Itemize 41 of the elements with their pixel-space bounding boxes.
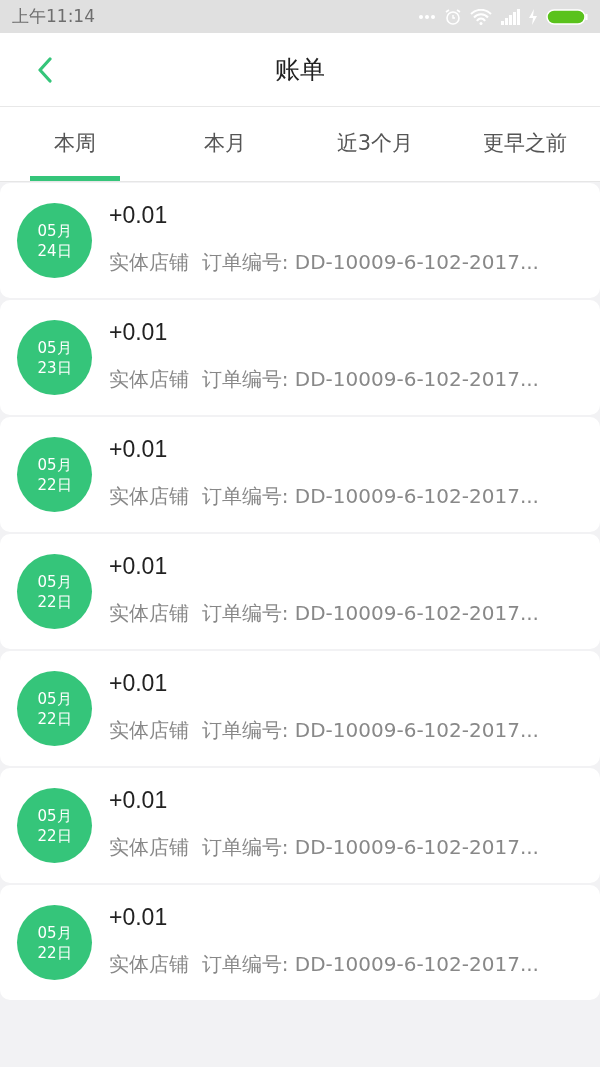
date-badge: 05月 23日 [17,320,92,395]
period-tab[interactable]: 近3个月 [300,107,450,181]
bill-detail: 实体店铺 订单编号: DD-10009-6-102-2017... [109,950,539,978]
more-dots-icon [418,13,436,20]
bill-detail: 实体店铺 订单编号: DD-10009-6-102-2017... [109,599,539,627]
date-badge: 05月 24日 [17,203,92,278]
bill-detail: 实体店铺 订单编号: DD-10009-6-102-2017... [109,833,539,861]
charging-icon [528,8,538,25]
date-badge: 05月 22日 [17,671,92,746]
bill-detail: 实体店铺 订单编号: DD-10009-6-102-2017... [109,482,539,510]
period-tab[interactable]: 本月 [150,107,300,181]
page-title: 账单 [275,53,325,86]
date-badge: 05月 22日 [17,437,92,512]
bill-amount: +0.01 [109,435,169,465]
battery-icon [546,8,588,25]
signal-icon [500,8,520,25]
back-icon [37,56,53,83]
bill-card[interactable]: 05月 22日 +0.01 实体店铺 订单编号: DD-10009-6-102-2017... [0,768,600,883]
bill-amount: +0.01 [109,669,169,699]
bill-amount: +0.01 [109,552,169,582]
date-badge: 05月 22日 [17,554,92,629]
date-badge: 05月 22日 [17,788,92,863]
bill-detail: 实体店铺 订单编号: DD-10009-6-102-2017... [109,716,539,744]
bill-card[interactable]: 05月 22日 +0.01 实体店铺 订单编号: DD-10009-6-102-2017... [0,534,600,649]
bill-card[interactable]: 05月 22日 +0.01 实体店铺 订单编号: DD-10009-6-102-2017... [0,417,600,532]
status-time: 上午11:14 [12,4,95,28]
bill-amount: +0.01 [109,318,169,348]
bill-card[interactable]: 05月 24日 +0.01 实体店铺 订单编号: DD-10009-6-102-2017... [0,183,600,298]
bill-card[interactable]: 05月 22日 +0.01 实体店铺 订单编号: DD-10009-6-102-2017... [0,651,600,766]
bill-detail: 实体店铺 订单编号: DD-10009-6-102-2017... [109,248,539,276]
wifi-icon [470,8,492,25]
period-tab[interactable]: 本周 [0,107,150,181]
period-tab[interactable]: 更早之前 [450,107,600,181]
bill-card[interactable]: 05月 22日 +0.01 实体店铺 订单编号: DD-10009-6-102-2017... [0,885,600,1000]
bill-amount: +0.01 [109,201,169,231]
bill-amount: +0.01 [109,903,169,933]
alarm-icon [444,7,462,26]
bill-card[interactable]: 05月 23日 +0.01 实体店铺 订单编号: DD-10009-6-102-2017... [0,300,600,415]
date-badge: 05月 22日 [17,905,92,980]
bill-detail: 实体店铺 订单编号: DD-10009-6-102-2017... [109,365,539,393]
bill-amount: +0.01 [109,786,169,816]
